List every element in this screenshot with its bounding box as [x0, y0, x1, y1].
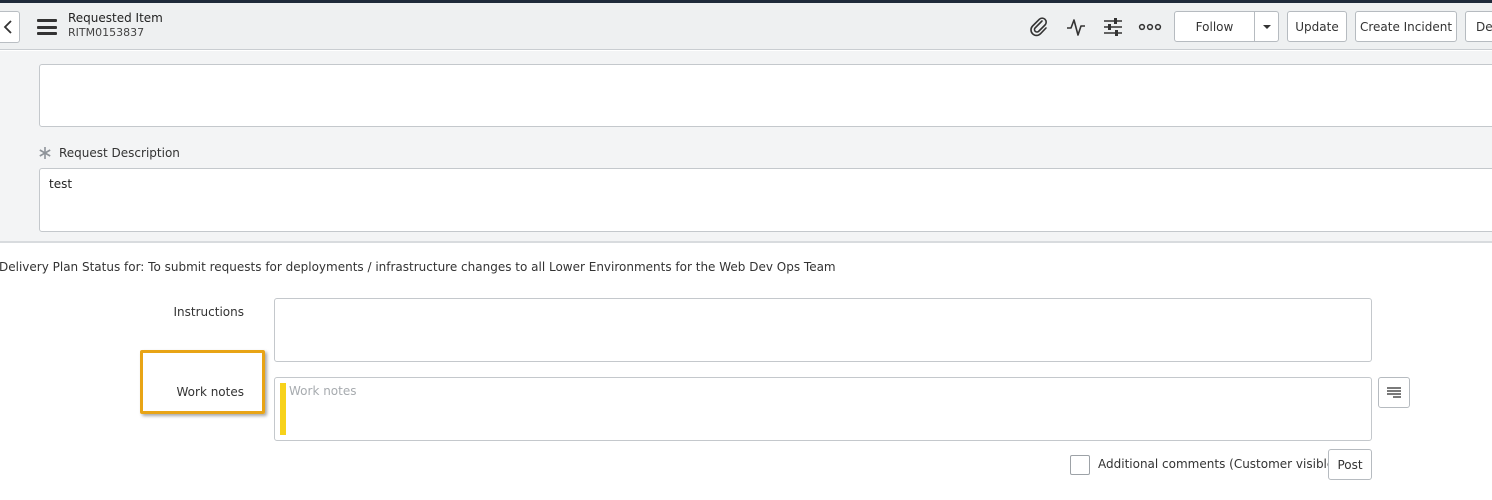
delete-button[interactable]: Delete: [1465, 11, 1492, 42]
record-type: Requested Item: [68, 11, 163, 25]
post-button[interactable]: Post: [1328, 449, 1372, 480]
request-description-label-row: Request Description: [38, 146, 180, 160]
work-notes-indicator-bar: [280, 383, 286, 435]
record-header: Requested Item RITM0153837 Follow Update…: [0, 3, 1492, 50]
form-text-field[interactable]: [39, 64, 1492, 127]
caret-down-icon: [1262, 24, 1271, 29]
back-button[interactable]: [0, 11, 20, 43]
activity-icon[interactable]: [1064, 15, 1088, 39]
delivery-plan-title: Delivery Plan Status for: To submit requ…: [0, 260, 836, 274]
instructions-field[interactable]: [274, 298, 1372, 362]
additional-comments-label: Additional comments (Customer visible): [1098, 457, 1339, 471]
work-notes-toggle-button[interactable]: [1378, 377, 1410, 408]
follow-button[interactable]: Follow: [1174, 11, 1255, 42]
chevron-left-icon: [3, 20, 12, 34]
follow-dropdown-button[interactable]: [1254, 11, 1279, 42]
work-notes-label: Work notes: [176, 385, 245, 399]
request-description-field[interactable]: test: [39, 168, 1492, 232]
additional-comments-checkbox[interactable]: [1070, 455, 1090, 475]
work-notes-field: [274, 377, 1372, 441]
work-notes-input[interactable]: [289, 384, 1359, 434]
paperclip-icon[interactable]: [1027, 15, 1051, 39]
form-section: Request Description test: [0, 51, 1492, 243]
settings-sliders-icon[interactable]: [1101, 15, 1125, 39]
request-description-value: test: [49, 177, 73, 191]
request-description-label: Request Description: [59, 146, 180, 160]
mandatory-asterisk-icon: [39, 147, 51, 159]
more-options-icon[interactable]: [1138, 15, 1162, 39]
work-notes-highlight: [140, 350, 265, 414]
instructions-label: Instructions: [173, 305, 244, 319]
update-button[interactable]: Update: [1287, 11, 1347, 42]
create-incident-button[interactable]: Create Incident: [1355, 11, 1457, 42]
record-number: RITM0153837: [68, 26, 145, 39]
menu-icon[interactable]: [37, 19, 57, 35]
notes-list-icon: [1387, 386, 1401, 398]
